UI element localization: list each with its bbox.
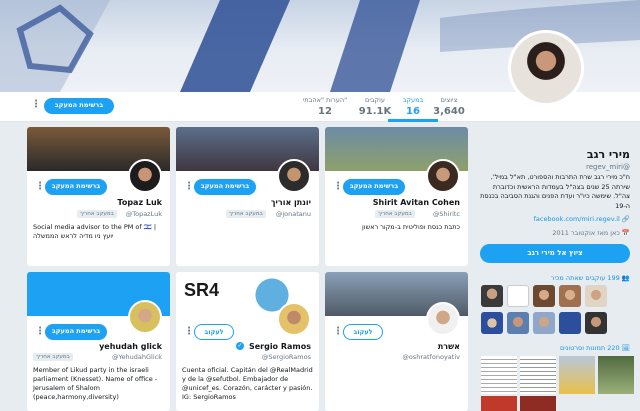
follow-button[interactable]: ברשימת המעקב	[44, 98, 114, 114]
link-icon: 🔗	[619, 215, 630, 223]
followers-you-know-text: 199 עוקבים שאתה מכיר	[550, 274, 620, 282]
card-handle: @oshratfonoyativ	[402, 353, 460, 361]
card-handle: @YehudahGlick	[111, 353, 162, 361]
card-bio: Cuenta oficial. Capitán del @RealMadrid …	[182, 366, 313, 401]
follower-avatar[interactable]	[533, 312, 555, 334]
nav-likes-value: 12	[318, 106, 332, 117]
more-options-icon[interactable]: ⋮	[35, 182, 45, 192]
user-card[interactable]: ⋮ ברשימת המעקב yehudah glick @YehudahGli…	[27, 272, 170, 411]
user-card[interactable]: ⋮ ברשימת המעקב יונתן אוריך @jonatanu במע…	[176, 127, 319, 266]
more-options-icon[interactable]: ⋮	[31, 100, 41, 110]
follows-you-badge: במעקב אחריך	[33, 353, 73, 361]
card-name[interactable]: Sergio Ramos	[249, 342, 311, 351]
follows-you-badge: במעקב אחריך	[226, 210, 266, 218]
user-card[interactable]: ⋮ ברשימת המעקב Shirit Avitan Cohen @Shir…	[325, 127, 468, 266]
more-options-icon[interactable]: ⋮	[184, 182, 194, 192]
follower-avatar[interactable]	[507, 285, 529, 307]
follower-avatar[interactable]	[559, 312, 581, 334]
media-link-text: 220 תמונות וסרטונים	[560, 344, 620, 352]
follow-button[interactable]: לעקוב	[343, 324, 383, 340]
media-thumbnail[interactable]	[598, 356, 634, 394]
nav-likes-label: הערות "אהבתי"	[302, 96, 348, 104]
card-name[interactable]: Shirit Avitan Cohen	[373, 198, 460, 207]
user-card[interactable]: ⋮ ברשימת המעקב Topaz Luk @TopazLuk במעקב…	[27, 127, 170, 266]
nav-tweets[interactable]: ציוצים 3,640	[424, 95, 474, 118]
follower-avatar[interactable]	[559, 285, 581, 307]
card-avatar[interactable]	[426, 159, 460, 193]
profile-joined: 📅 כאן מאז אוקטובר 2011	[552, 229, 630, 237]
follower-avatar[interactable]	[481, 285, 503, 307]
user-card[interactable]: SR4 ⋮ לעקוב Sergio Ramos ✓ @SergioRamos …	[176, 272, 319, 411]
card-bio: Social media advisor to the PM of 🇮🇱 | י…	[33, 223, 157, 240]
profile-bio: ח"כ מירי רגב שרת התרבות והספורט, תא"ל במ…	[480, 173, 630, 210]
card-avatar[interactable]	[128, 159, 162, 193]
card-avatar[interactable]	[277, 159, 311, 193]
card-avatar[interactable]	[277, 302, 311, 336]
media-thumbnail[interactable]	[520, 396, 556, 411]
profile-name[interactable]: מירי רגב	[587, 148, 630, 161]
card-avatar[interactable]	[426, 302, 460, 336]
card-bio: Member of Likud party in the israeli par…	[33, 366, 158, 401]
follower-avatar[interactable]	[533, 285, 555, 307]
profile-joined-text: כאן מאז אוקטובר 2011	[552, 229, 620, 237]
follower-avatar[interactable]	[585, 285, 607, 307]
follower-avatar[interactable]	[481, 312, 503, 334]
profile-link[interactable]: 🔗 facebook.com/miri.regev.il	[534, 215, 630, 223]
media-thumbnail[interactable]	[520, 356, 556, 394]
card-handle: @TopazLuk	[125, 210, 162, 218]
follow-button[interactable]: לעקוב	[194, 324, 234, 340]
more-options-icon[interactable]: ⋮	[35, 327, 45, 337]
more-options-icon[interactable]: ⋮	[184, 327, 194, 337]
people-icon: 👥	[619, 274, 630, 282]
follower-avatar[interactable]	[507, 312, 529, 334]
card-handle: @Shiritc	[432, 210, 460, 218]
media-thumbnail[interactable]	[481, 356, 517, 394]
more-options-icon[interactable]: ⋮	[333, 327, 343, 337]
photo-icon: 🖼	[619, 344, 630, 352]
user-card[interactable]: ⋮ לעקוב אשרת @oshratfonoyativ	[325, 272, 468, 411]
card-bio: כתבת כנסת ופוליטית ב-מקור ראשון	[362, 223, 460, 231]
nav-likes[interactable]: הערות "אהבתי" 12	[300, 95, 350, 118]
profile-link-text: facebook.com/miri.regev.il	[533, 215, 620, 223]
follow-button[interactable]: ברשימת המעקב	[194, 179, 256, 195]
media-thumbnail[interactable]	[481, 396, 517, 411]
media-link[interactable]: 🖼 220 תמונות וסרטונים	[560, 344, 630, 352]
media-thumbnail[interactable]	[559, 356, 595, 394]
card-handle: @jonatanu	[275, 210, 311, 218]
verified-icon: ✓	[236, 342, 244, 350]
card-avatar[interactable]	[128, 300, 162, 334]
follow-button[interactable]: ברשימת המעקב	[45, 179, 107, 195]
tweet-to-button[interactable]: ציוץ אל מירי רגב	[480, 244, 630, 263]
follow-button[interactable]: ברשימת המעקב	[343, 179, 405, 195]
card-name[interactable]: אשרת	[438, 342, 460, 351]
profile-handle: @regev_miri	[585, 163, 630, 171]
card-name[interactable]: Topaz Luk	[117, 198, 162, 207]
card-handle: @SergioRamos	[261, 353, 311, 361]
nav-tweets-label: ציוצים	[440, 96, 458, 104]
follows-you-badge: במעקב אחריך	[375, 210, 415, 218]
profile-avatar[interactable]	[508, 30, 584, 106]
card-name[interactable]: yehudah glick	[99, 342, 162, 351]
nav-tweets-value: 3,640	[433, 106, 465, 117]
more-options-icon[interactable]: ⋮	[333, 182, 343, 192]
follower-avatar[interactable]	[585, 312, 607, 334]
card-name[interactable]: יונתן אוריך	[271, 198, 311, 207]
followers-you-know-link[interactable]: 👥 199 עוקבים שאתה מכיר	[551, 274, 630, 282]
cover-logo-text: SR4	[184, 280, 220, 300]
follows-you-badge: במעקב אחריך	[77, 210, 117, 218]
calendar-icon: 📅	[619, 229, 630, 237]
follow-button[interactable]: ברשימת המעקב	[45, 324, 107, 340]
